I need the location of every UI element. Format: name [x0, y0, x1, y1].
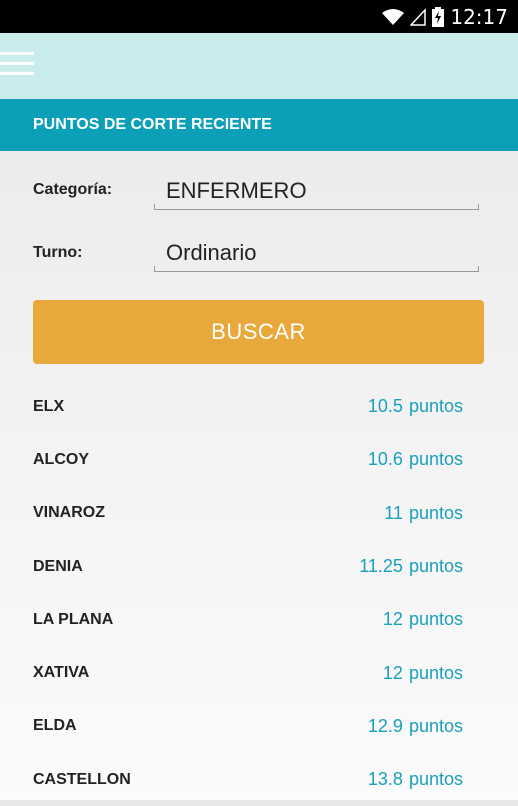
- city-name: DENIA: [33, 557, 83, 575]
- wifi-icon: [382, 8, 405, 25]
- city-name: ELX: [33, 397, 65, 415]
- points-value: 11.25 puntos: [359, 556, 463, 577]
- list-item[interactable]: XATIVA 12 puntos: [0, 646, 518, 699]
- list-item[interactable]: VINAROZ 11 puntos: [0, 487, 518, 540]
- turno-field[interactable]: Ordinario: [154, 236, 479, 272]
- list-item[interactable]: LA PLANA 12 puntos: [0, 593, 518, 646]
- signal-icon: [410, 7, 427, 26]
- list-item[interactable]: ALCOY 10.6 puntos: [0, 433, 518, 486]
- points-value: 12 puntos: [382, 662, 463, 683]
- turno-label: Turno:: [33, 244, 83, 261]
- hamburger-menu-icon[interactable]: [0, 52, 34, 78]
- city-name: CASTELLON: [33, 770, 131, 788]
- points-value: 12.9 puntos: [367, 715, 463, 736]
- battery-charging-icon: [432, 6, 445, 27]
- section-title: PUNTOS DE CORTE RECIENTE: [0, 99, 518, 151]
- city-name: ALCOY: [33, 450, 89, 468]
- results-list: ELX 10.5 puntos ALCOY 10.6 puntos VINAROZ …: [0, 380, 518, 806]
- city-name: VINAROZ: [33, 504, 105, 522]
- categoria-field[interactable]: ENFERMERO: [154, 174, 479, 210]
- status-time: 12:17: [450, 4, 508, 29]
- app-bar: [0, 33, 518, 99]
- city-name: LA PLANA: [33, 610, 114, 628]
- list-item[interactable]: DENIA 11.25 puntos: [0, 540, 518, 593]
- points-value: 10.6 puntos: [367, 449, 463, 470]
- points-value: 11 puntos: [384, 502, 463, 523]
- points-value: 12 puntos: [382, 609, 463, 630]
- city-name: XATIVA: [33, 664, 90, 682]
- list-item[interactable]: ELDA 12.9 puntos: [0, 700, 518, 753]
- points-value: 13.8 puntos: [367, 769, 463, 790]
- categoria-label: Categoría:: [33, 181, 113, 198]
- list-item[interactable]: CASTELLON 13.8 puntos: [0, 753, 518, 806]
- search-button[interactable]: BUSCAR: [33, 300, 484, 364]
- list-item[interactable]: ELX 10.5 puntos: [0, 380, 518, 433]
- points-value: 10.5 puntos: [367, 396, 463, 417]
- status-bar: 12:17: [0, 0, 518, 33]
- city-name: ELDA: [33, 717, 77, 735]
